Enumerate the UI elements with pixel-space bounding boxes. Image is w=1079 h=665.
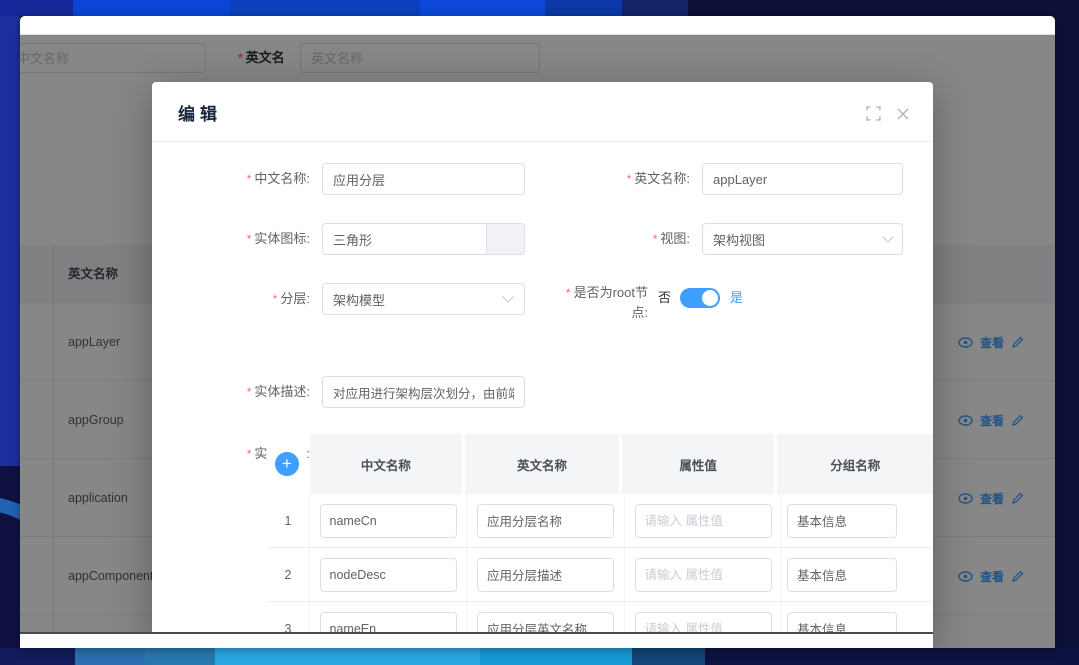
header-value: 属性值 [622, 434, 775, 494]
window-chrome-strip [20, 16, 1055, 35]
name-en-input[interactable] [702, 163, 903, 195]
bottom-bar-segment [0, 648, 75, 665]
row-index: 2 [267, 548, 310, 601]
attribute-row: 2 [267, 548, 933, 602]
attr-value-input[interactable] [635, 504, 772, 538]
row-index: 1 [267, 494, 310, 547]
toggle-on-label: 是 [730, 288, 743, 308]
page-content: *英文名 英文名称 appLayer 查看 appGroup 查看 applic… [20, 35, 1055, 648]
bottom-bar-segment [480, 648, 632, 665]
view-select[interactable] [702, 223, 903, 255]
entity-icon-label: *实体图标: [172, 223, 310, 255]
required-mark: * [247, 232, 252, 246]
required-mark: * [566, 286, 571, 300]
required-mark: * [653, 232, 658, 246]
required-mark: * [247, 172, 252, 186]
attr-name-en-input[interactable] [477, 558, 614, 592]
required-mark: * [247, 447, 252, 461]
header-name-en: 英文名称 [465, 434, 619, 494]
top-bar-segment [622, 0, 688, 16]
attribute-table-header: + 中文名称 英文名称 属性值 分组名称 [267, 434, 933, 494]
entity-desc-label: *实体描述: [172, 376, 310, 408]
top-bar-segment [230, 0, 420, 16]
bottom-bar-segment [75, 648, 145, 665]
bottom-bar-segment [632, 648, 705, 665]
bottom-scrollbar-track[interactable] [20, 632, 933, 648]
required-mark: * [247, 385, 252, 399]
view-label: *视图: [552, 223, 690, 255]
is-root-toggle[interactable] [680, 288, 720, 308]
close-icon[interactable] [897, 108, 909, 120]
bottom-bar-segment [145, 648, 215, 665]
name-en-label: *英文名称: [552, 163, 690, 195]
attr-group-input[interactable] [787, 558, 897, 592]
layer-label: *分层: [172, 283, 310, 315]
entity-icon-field [322, 223, 525, 255]
desktop-left-edge [0, 16, 20, 648]
desktop-right-edge [1055, 16, 1079, 648]
bottom-bar-segment [705, 648, 1079, 665]
edit-modal: 编辑 *中文名称: *英文名称: *实体图标: [152, 82, 933, 648]
top-bar-segment [420, 0, 545, 16]
top-bar-segment [688, 0, 1079, 16]
desktop-wallpaper-arc [0, 496, 20, 648]
attribute-row: 1 [267, 494, 933, 548]
top-bar-segment [0, 0, 73, 16]
add-attribute-button[interactable]: + [275, 452, 299, 476]
name-cn-label: *中文名称: [172, 163, 310, 195]
desktop-left-edge-lower [0, 466, 20, 648]
attr-value-input[interactable] [635, 558, 772, 592]
layer-select[interactable] [322, 283, 525, 315]
modal-title: 编辑 [178, 100, 222, 125]
fullscreen-icon[interactable] [866, 106, 881, 121]
app-window: *英文名 英文名称 appLayer 查看 appGroup 查看 applic… [20, 16, 1055, 648]
required-mark: * [273, 292, 278, 306]
attr-name-cn-input[interactable] [320, 504, 457, 538]
is-root-label: *是否为root节点: [552, 283, 648, 322]
bottom-bar-segment [215, 648, 480, 665]
header-name-cn: 中文名称 [310, 434, 463, 494]
required-mark: * [627, 172, 632, 186]
attr-name-en-input[interactable] [477, 504, 614, 538]
attr-group-input[interactable] [787, 504, 897, 538]
header-group: 分组名称 [777, 434, 933, 494]
desktop-top-bar [0, 0, 1079, 16]
top-bar-segment [73, 0, 230, 16]
attr-name-cn-input[interactable] [320, 558, 457, 592]
attribute-table: + 中文名称 英文名称 属性值 分组名称 1 2 [267, 434, 933, 648]
toggle-off-label: 否 [658, 288, 671, 308]
entity-desc-input[interactable] [322, 376, 525, 408]
icon-preview-box[interactable] [486, 224, 524, 254]
top-bar-segment [545, 0, 622, 16]
desktop-bottom-bar [0, 648, 1079, 665]
toggle-knob [702, 290, 718, 306]
modal-header-divider [152, 141, 933, 142]
name-cn-input[interactable] [322, 163, 525, 195]
